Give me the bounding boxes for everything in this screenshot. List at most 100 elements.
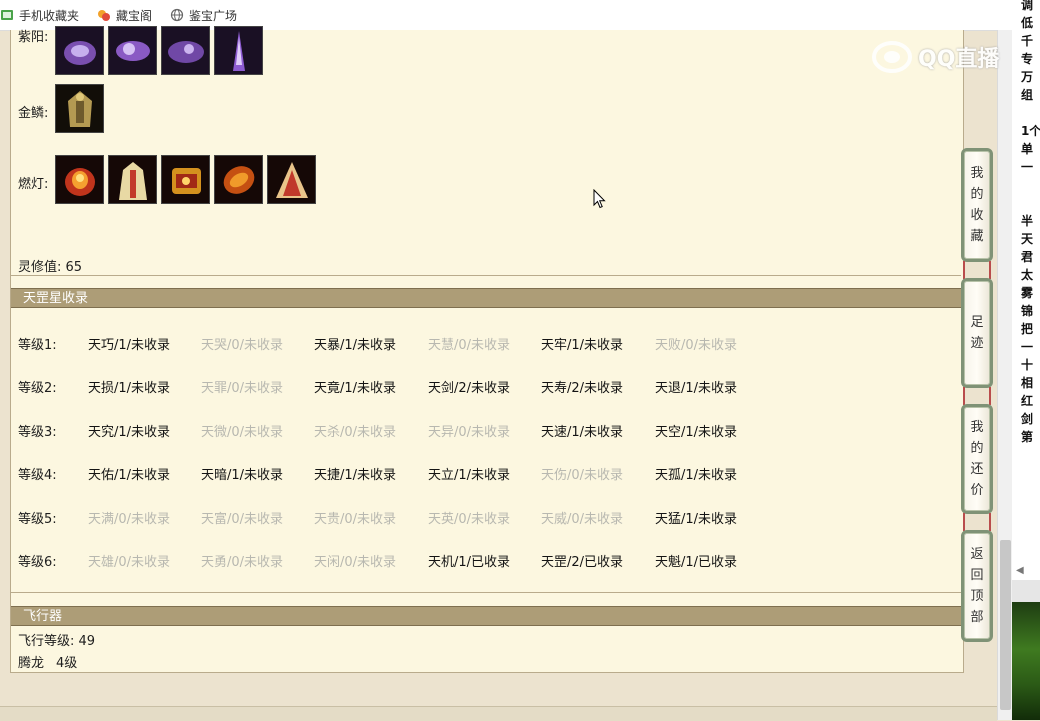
button-char: 还 [970, 462, 984, 477]
randeng-thumbnails [55, 155, 316, 204]
mouse-cursor-icon [593, 189, 606, 209]
table-row: 等级1: 天巧/1/未收录 天哭/0/未收录 天暴/1/未收录 天慧/0/未收录… [11, 334, 961, 354]
star-cell[interactable]: 天退/1/未收录 [655, 377, 737, 396]
table-row: 等级2: 天损/1/未收录 天罪/0/未收录 天竟/1/未收录 天剑/2/未收录… [11, 377, 961, 397]
star-cell[interactable]: 天暗/1/未收录 [201, 464, 283, 483]
star-cell[interactable]: 天杀/0/未收录 [314, 421, 396, 440]
equipment-thumb[interactable] [267, 155, 316, 204]
lingxiu-value: 灵修值: 65 [18, 260, 83, 275]
side-text: 红 [1021, 394, 1034, 408]
side-text: 十 [1021, 358, 1034, 372]
star-cell[interactable]: 天捷/1/未收录 [314, 464, 396, 483]
bookmark-mobile-favorites[interactable]: 手机收藏夹 [0, 7, 79, 24]
star-cell[interactable]: 天损/1/未收录 [88, 377, 170, 396]
star-cell[interactable]: 天机/1/已收录 [428, 551, 510, 570]
page-scrollbar[interactable] [997, 30, 1013, 720]
star-cell[interactable]: 天勇/0/未收录 [201, 551, 283, 570]
equipment-thumb[interactable] [55, 26, 104, 75]
star-cell[interactable]: 天速/1/未收录 [541, 421, 623, 440]
my-favorites-button[interactable]: 我 的 收 藏 [961, 148, 993, 262]
star-cell[interactable]: 天牢/1/未收录 [541, 334, 623, 353]
right-side-panel: 调 低 千 专 万 组 1个 单 一 半 天 君 太 雾 锦 把 一 十 相 红… [1012, 0, 1040, 720]
side-text: 相 [1021, 376, 1034, 390]
side-text: 调 [1021, 0, 1034, 12]
button-char: 价 [970, 483, 984, 498]
star-cell[interactable]: 天闲/0/未收录 [314, 551, 396, 570]
equipment-thumb[interactable] [214, 26, 263, 75]
bookmark-label: 手机收藏夹 [19, 8, 80, 23]
side-text: 低 [1021, 16, 1034, 30]
button-char: 返 [970, 547, 984, 562]
back-to-top-button[interactable]: 返 回 顶 部 [961, 530, 993, 642]
nav-connector [963, 261, 991, 279]
star-cell[interactable]: 天空/1/未收录 [655, 421, 737, 440]
equipment-thumb[interactable] [161, 155, 210, 204]
star-cell[interactable]: 天剑/2/未收录 [428, 377, 510, 396]
star-cell[interactable]: 天寿/2/未收录 [541, 377, 623, 396]
star-cell[interactable]: 天雄/0/未收录 [88, 551, 170, 570]
equipment-thumb[interactable] [55, 155, 104, 204]
side-text: 半 [1021, 214, 1034, 228]
equipment-thumb[interactable] [108, 26, 157, 75]
bookmark-cangbaoge[interactable]: 藏宝阁 [97, 7, 152, 24]
mount-name: 腾龙 [18, 656, 45, 671]
button-char: 部 [970, 610, 984, 625]
star-cell[interactable]: 天魁/1/已收录 [655, 551, 737, 570]
star-cell[interactable]: 天威/0/未收录 [541, 508, 623, 527]
side-text: 锦 [1021, 304, 1034, 318]
star-cell[interactable]: 天富/0/未收录 [201, 508, 283, 527]
button-char: 迹 [970, 336, 984, 351]
jinlin-label: 金鳞: [18, 106, 49, 121]
side-text: 第 [1021, 430, 1034, 444]
footprint-button[interactable]: 足 迹 [961, 278, 993, 388]
bookmark-jianbao-square[interactable]: 鉴宝广场 [170, 7, 237, 24]
star-cell[interactable]: 天败/0/未收录 [655, 334, 737, 353]
button-char: 足 [970, 315, 984, 330]
equipment-thumb[interactable] [214, 155, 263, 204]
level-label: 等级5: [18, 512, 57, 527]
equipment-thumb[interactable] [55, 84, 104, 133]
star-cell[interactable]: 天哭/0/未收录 [201, 334, 283, 353]
star-cell[interactable]: 天微/0/未收录 [201, 421, 283, 440]
star-cell[interactable]: 天巧/1/未收录 [88, 334, 170, 353]
star-cell[interactable]: 天暴/1/未收录 [314, 334, 396, 353]
side-text: 把 [1021, 322, 1034, 336]
star-cell[interactable]: 天伤/0/未收录 [541, 464, 623, 483]
button-char: 的 [970, 441, 984, 456]
star-cell[interactable]: 天英/0/未收录 [428, 508, 510, 527]
aircraft-section-header: 飞行器 [11, 606, 961, 626]
side-text: 雾 [1021, 286, 1034, 300]
flight-level: 飞行等级: 49 [18, 634, 96, 649]
jinlin-thumbnails [55, 84, 104, 133]
scroll-thumb[interactable] [1000, 540, 1011, 710]
star-cell[interactable]: 天罪/0/未收录 [201, 377, 283, 396]
mount-info: 腾龙 4级 [18, 652, 77, 671]
side-text: 组 [1021, 88, 1034, 102]
star-cell[interactable]: 天满/0/未收录 [88, 508, 170, 527]
nav-connector [963, 513, 991, 531]
star-cell[interactable]: 天立/1/未收录 [428, 464, 510, 483]
side-text: 剑 [1021, 412, 1034, 426]
equipment-thumb[interactable] [108, 155, 157, 204]
star-cell[interactable]: 天孤/1/未收录 [655, 464, 737, 483]
scroll-left-icon[interactable]: ◀ [1016, 565, 1024, 576]
table-row: 等级3: 天究/1/未收录 天微/0/未收录 天杀/0/未收录 天异/0/未收录… [11, 421, 961, 441]
ziyang-label: 紫阳: [18, 30, 49, 45]
star-cell[interactable]: 天贵/0/未收录 [314, 508, 396, 527]
level-label: 等级1: [18, 338, 57, 353]
star-cell[interactable]: 天佑/1/未收录 [88, 464, 170, 483]
star-cell[interactable]: 天慧/0/未收录 [428, 334, 510, 353]
my-offers-button[interactable]: 我 的 还 价 [961, 404, 993, 514]
watermark-text: QQ直播 [918, 47, 1000, 72]
phone-folder-icon [1, 10, 13, 20]
button-char: 顶 [970, 589, 984, 604]
star-cell[interactable]: 天猛/1/未收录 [655, 508, 737, 527]
nav-connector [963, 387, 991, 405]
globe-icon [170, 8, 184, 22]
equipment-thumb[interactable] [161, 26, 210, 75]
side-text: 天 [1021, 232, 1034, 246]
star-cell[interactable]: 天竟/1/未收录 [314, 377, 396, 396]
star-cell[interactable]: 天异/0/未收录 [428, 421, 510, 440]
star-cell[interactable]: 天究/1/未收录 [88, 421, 170, 440]
star-cell[interactable]: 天罡/2/已收录 [541, 551, 623, 570]
